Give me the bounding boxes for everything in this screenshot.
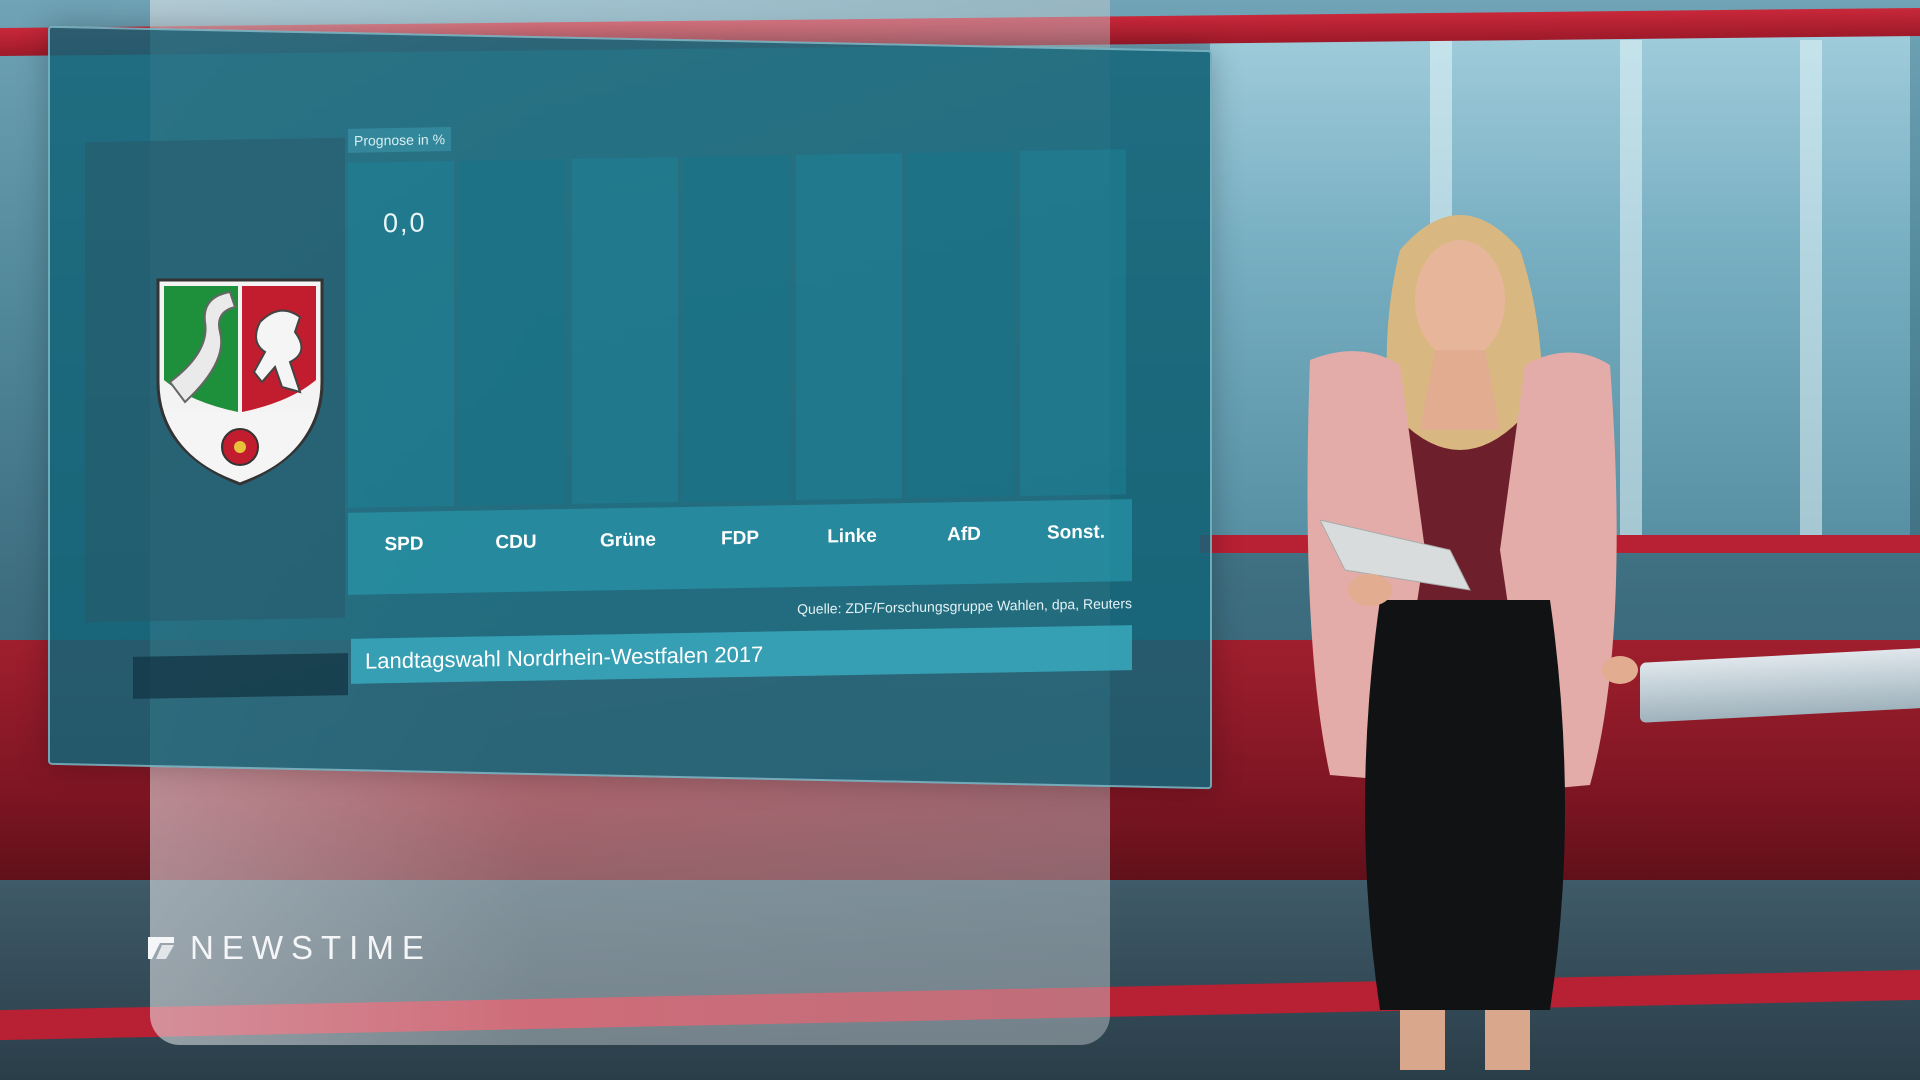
chart-column-2 [572,157,678,504]
nrw-coat-of-arms [156,278,324,486]
party-label: Linke [827,525,877,548]
party-label: CDU [495,531,537,554]
prosieben-logo-icon [148,937,174,959]
party-label: FDP [721,527,759,550]
chart-column-1 [460,159,566,506]
party-labels-row: SPD CDU Grüne FDP Linke AfD Sonst. [348,499,1132,595]
news-presenter [1307,215,1638,1070]
title-bar-accent [133,653,348,699]
chart-plot-area: 0,0 [348,149,1132,508]
party-label: SPD [384,533,424,556]
party-label: Grüne [600,529,656,552]
chart-column-6 [1020,149,1126,497]
newstime-logo: NEWSTIME [146,928,432,968]
forecast-chart: Prognose in % 0,0 SPD CDU Grüne FDP Linke AfD… [348,115,1132,617]
party-label: AfD [947,523,981,546]
chart-column-5 [908,151,1014,499]
chart-column-4 [796,153,902,501]
window-frame [1800,40,1822,540]
party-label: Sonst. [1046,521,1106,544]
logo-text: NEWSTIME [190,929,432,966]
chart-column-3 [684,155,790,502]
chart-title: Prognose in % [348,127,452,153]
headline-text: Landtagswahl Nordrhein-Westfalen 2017 [365,641,764,674]
value-label-spd: 0,0 [383,207,427,239]
